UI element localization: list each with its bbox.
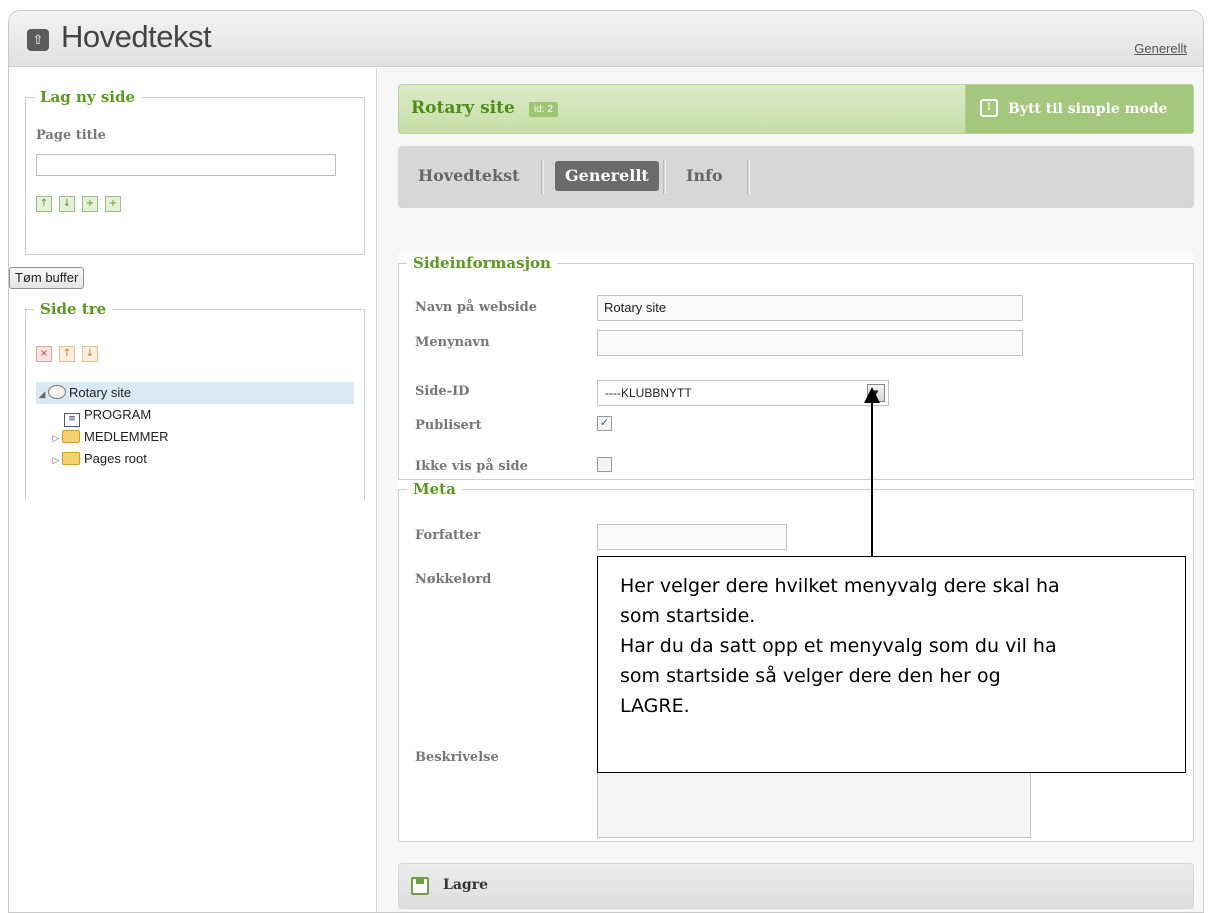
new-page-legend: Lag ny side (40, 88, 135, 106)
simple-mode-button[interactable]: ! Bytt til simple mode (965, 85, 1193, 133)
title-bar: ⇧ Hovedtekst Generellt (9, 11, 1203, 67)
tab-generellt[interactable]: Generellt (555, 161, 659, 191)
beskrivelse-label: Beskrivelse (415, 750, 499, 765)
page-title-label: Page title (36, 128, 106, 143)
folder-icon (62, 452, 80, 465)
home-icon[interactable]: ⇧ (27, 29, 49, 51)
sideinfo-fieldset: Sideinformasjon Navn på webside Rotary s… (398, 254, 1194, 480)
tree-item-label: Pages root (84, 451, 147, 466)
tree-item-label: Rotary site (69, 385, 132, 400)
expand-arrow-icon[interactable]: ▷ (50, 449, 62, 471)
arrow-line (871, 396, 873, 557)
page-title: Hovedtekst (61, 19, 212, 54)
page-tree-fieldset: Side tre × ↑ ↓ ◢ Rotary site ≡ PROGRAM ▷ ME… (25, 300, 365, 500)
insert-below-icon[interactable]: ↓ (59, 196, 75, 212)
tab-bar: Hovedtekst Generellt Info (398, 146, 1194, 208)
callout-line: som startside. (620, 605, 756, 627)
new-page-fieldset: Lag ny side Page title ↑ ↓ + + (25, 88, 365, 255)
menynavn-input[interactable] (597, 330, 1023, 356)
page-title-input[interactable] (36, 154, 336, 176)
move-down-icon[interactable]: ↓ (82, 346, 98, 362)
site-name: Rotary site (411, 98, 515, 118)
app-window: ⇧ Hovedtekst Generellt Lag ny side Page … (8, 10, 1204, 913)
callout-line: Her velger dere hvilket menyvalg dere sk… (620, 575, 1060, 597)
delete-page-icon[interactable]: × (36, 346, 52, 362)
tree-item-pages-root[interactable]: ▷ Pages root (36, 448, 354, 470)
clear-buffer-button[interactable]: Tøm buffer (9, 267, 85, 289)
main-content: Rotary site id: 2 ! Bytt til simple mode… (378, 68, 1203, 912)
callout-line: LAGRE. (620, 695, 690, 717)
site-icon (48, 385, 66, 399)
bulb-icon: ! (980, 99, 998, 117)
simple-mode-label: Bytt til simple mode (1008, 101, 1168, 117)
meta-legend: Meta (413, 480, 456, 498)
publisert-checkbox[interactable]: ✓ (597, 416, 612, 431)
tab-separator (663, 160, 666, 194)
sideid-select[interactable]: ----KLUBBNYTT ▼ (597, 380, 889, 406)
forfatter-label: Forfatter (415, 528, 481, 543)
tab-separator (747, 160, 750, 194)
navn-input[interactable]: Rotary site (597, 295, 1023, 321)
sideinfo-legend: Sideinformasjon (413, 254, 551, 272)
tab-hovedtekst[interactable]: Hovedtekst (408, 161, 530, 191)
ikkevis-checkbox[interactable] (597, 457, 612, 472)
new-page-toolbar: ↑ ↓ + + (36, 196, 121, 212)
menynavn-label: Menynavn (415, 335, 490, 350)
callout-line: som startside så velger dere den her og (620, 665, 1001, 687)
page-tree-legend: Side tre (40, 300, 107, 318)
add-page-icon[interactable]: + (105, 196, 121, 212)
nokkelord-label: Nøkkelord (415, 572, 492, 587)
sideid-label: Side-ID (415, 384, 470, 399)
publisert-label: Publisert (415, 418, 482, 433)
generellt-link[interactable]: Generellt (1134, 41, 1187, 56)
navn-label: Navn på webside (415, 300, 538, 315)
tree-item-label: PROGRAM (84, 407, 152, 422)
save-button[interactable]: Lagre (398, 863, 1194, 909)
save-label: Lagre (443, 877, 488, 893)
ikkevis-label: Ikke vis på side (415, 459, 528, 474)
annotation-callout: Her velger dere hvilket menyvalg dere sk… (597, 556, 1186, 773)
sidebar: Lag ny side Page title ↑ ↓ + + Tøm buffe… (9, 68, 377, 912)
forfatter-input[interactable] (597, 524, 787, 550)
save-disk-icon (411, 877, 429, 895)
page-tree: ◢ Rotary site ≡ PROGRAM ▷ MEDLEMMER ▷ Pages … (36, 382, 354, 470)
tree-item-medlemmer[interactable]: ▷ MEDLEMMER (36, 426, 354, 448)
expand-arrow-icon[interactable]: ▷ (50, 427, 62, 449)
tree-toolbar: × ↑ ↓ (36, 346, 98, 362)
folder-icon (62, 430, 80, 443)
tab-separator (541, 160, 544, 194)
insert-above-icon[interactable]: ↑ (36, 196, 52, 212)
site-id-badge: id: 2 (529, 102, 558, 117)
tab-info[interactable]: Info (676, 161, 733, 191)
callout-line: Har du da satt opp et menyvalg som du vi… (620, 635, 1057, 657)
site-header: Rotary site id: 2 ! Bytt til simple mode (398, 84, 1194, 134)
page-icon: ≡ (64, 413, 80, 427)
tree-item-rotary-site[interactable]: ◢ Rotary site (36, 382, 354, 404)
tree-item-label: MEDLEMMER (84, 429, 169, 444)
tree-item-program[interactable]: ≡ PROGRAM (36, 404, 354, 427)
move-up-icon[interactable]: ↑ (59, 346, 75, 362)
collapse-arrow-icon[interactable]: ◢ (36, 383, 48, 405)
insert-child-icon[interactable]: + (82, 196, 98, 212)
sideid-value: ----KLUBBNYTT (605, 386, 692, 400)
